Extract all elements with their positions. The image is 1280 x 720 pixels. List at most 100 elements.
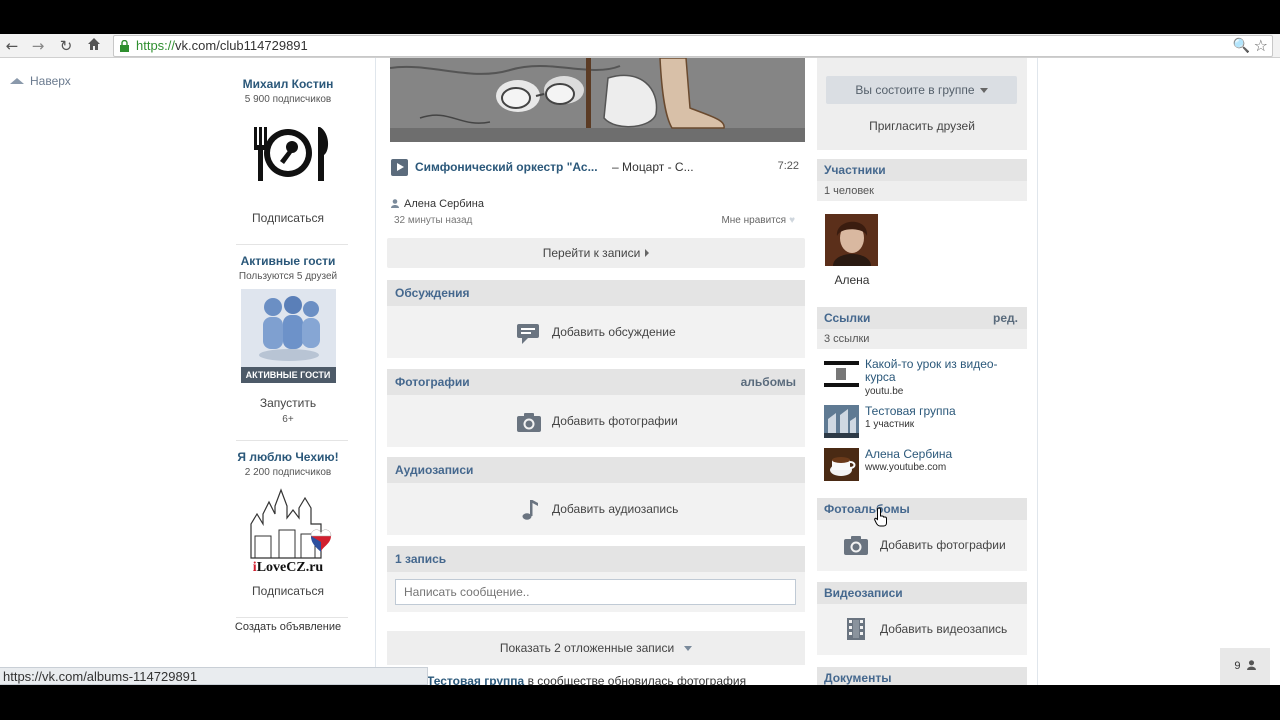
add-photos-label: Добавить фотографии [552, 414, 678, 428]
members-header[interactable]: Участники [817, 159, 1027, 181]
ad-mikhail-kostin[interactable]: Михаил Костин 5 900 подписчиков Подписат… [228, 77, 348, 225]
post-time[interactable]: 32 минуты назад [394, 215, 472, 226]
links-title[interactable]: Ссылки [824, 311, 870, 325]
show-deferred-posts-button[interactable]: Показать 2 отложенные записи [387, 631, 805, 665]
browser-toolbar: ← → ↻ https://vk.com/club114729891 🔍 ☆ [0, 34, 1280, 58]
back-icon[interactable]: ← [2, 36, 22, 56]
discussions-header[interactable]: Обсуждения [387, 280, 805, 306]
link-thumbnail[interactable] [824, 448, 859, 481]
audio-attachment[interactable]: Симфонический оркестр "Ас... – Моцарт - … [391, 158, 801, 178]
add-audio-button[interactable]: Добавить аудиозапись [387, 483, 805, 535]
members-count[interactable]: 1 человек [817, 181, 1027, 201]
documents-title[interactable]: Документы [824, 671, 891, 685]
ad-divider [236, 617, 348, 618]
ad-subscribe-link[interactable]: Подписаться [228, 584, 348, 598]
videos-header[interactable]: Видеозаписи [817, 582, 1027, 604]
deferred-label: Показать 2 отложенные записи [499, 641, 675, 655]
discussions-title[interactable]: Обсуждения [395, 286, 470, 300]
member-name[interactable]: Алена [817, 273, 887, 287]
link-thumbnail[interactable] [824, 358, 859, 391]
heart-icon: ♥ [789, 215, 795, 226]
like-label: Мне нравится [721, 215, 787, 226]
audio-title[interactable]: Аудиозаписи [395, 463, 473, 477]
play-icon[interactable] [391, 159, 408, 176]
ad-subscribe-link[interactable]: Подписаться [228, 211, 348, 225]
activity-group[interactable]: Тестовая группа [427, 674, 524, 685]
camera-icon [517, 413, 541, 432]
albums-title[interactable]: Фотоальбомы [824, 502, 910, 516]
music-note-icon [522, 500, 538, 520]
audio-header[interactable]: Аудиозаписи [387, 457, 805, 483]
film-icon [847, 618, 865, 640]
discussions-block: Обсуждения Добавить обсуждение [387, 280, 805, 358]
ad-launch-link[interactable]: Запустить [228, 396, 348, 410]
ad-ilovecz[interactable]: Я люблю Чехию! 2 200 подписчиков iLoveCZ… [228, 450, 348, 598]
activity-item[interactable]: Тестовая группа в сообществе обновилась … [427, 674, 746, 685]
fork-plate-knife-icon[interactable] [240, 125, 336, 185]
photos-title[interactable]: Фотографии [395, 375, 470, 389]
user-icon [391, 199, 399, 208]
members-title[interactable]: Участники [824, 163, 886, 177]
audio-artist[interactable]: Симфонический оркестр "Ас... [415, 160, 598, 174]
add-album-photos-button[interactable]: Добавить фотографии [817, 520, 1027, 571]
column-divider [375, 58, 376, 685]
link-title[interactable]: Тестовая группа [865, 405, 956, 418]
home-icon[interactable] [84, 36, 104, 56]
counter-value: 9 [1234, 660, 1241, 672]
link-item[interactable]: Какой-то урок из видео-курса youtu.be [824, 358, 1024, 397]
wall-composer: 1 запись [387, 546, 805, 612]
videos-title[interactable]: Видеозаписи [824, 586, 903, 600]
avatar[interactable] [825, 214, 878, 266]
message-input[interactable] [395, 579, 796, 605]
albums-link[interactable]: альбомы [741, 369, 796, 395]
author-name[interactable]: Алена Сербина [404, 198, 484, 210]
age-rating: 6+ [282, 414, 294, 425]
link-title[interactable]: Алена Сербина [865, 448, 952, 461]
documents-header[interactable]: Документы [817, 667, 1027, 685]
goto-post-button[interactable]: Перейти к записи [387, 238, 805, 268]
ad-title[interactable]: Михаил Костин [228, 77, 348, 91]
links-header[interactable]: Ссылки ред. [817, 307, 1027, 329]
add-video-button[interactable]: Добавить видеозапись [817, 604, 1027, 655]
invite-friends-link[interactable]: Пригласить друзей [817, 119, 1027, 133]
bookmark-star-icon[interactable]: ☆ [1254, 36, 1268, 55]
online-counter[interactable]: 9 [1220, 648, 1270, 685]
scroll-to-top[interactable]: Наверх [10, 74, 71, 88]
link-thumbnail[interactable] [824, 405, 859, 438]
forward-icon[interactable]: → [28, 36, 48, 56]
post-image[interactable] [390, 58, 805, 142]
ad-divider [236, 440, 348, 441]
links-count[interactable]: 3 ссылки [817, 329, 1027, 349]
like-button[interactable]: Мне нравится ♥ [721, 215, 795, 226]
link-domain: www.youtube.com [865, 462, 947, 473]
link-item[interactable]: Тестовая группа 1 участник [824, 405, 1024, 441]
link-members: 1 участник [865, 419, 915, 430]
ad-title[interactable]: Активные гости [228, 254, 348, 268]
link-item[interactable]: Алена Сербина www.youtube.com [824, 448, 1024, 484]
ad-subscribers: 2 200 подписчиков [244, 467, 332, 478]
active-guests-caption: АКТИВНЫЕ ГОСТИ [240, 367, 336, 383]
chevron-down-icon [979, 88, 988, 93]
zoom-icon[interactable]: 🔍 [1233, 38, 1250, 54]
reload-icon[interactable]: ↻ [56, 36, 76, 56]
wall-count[interactable]: 1 запись [387, 546, 805, 572]
post-author[interactable]: Алена Сербина [391, 198, 484, 210]
camera-icon [844, 536, 868, 555]
albums-header[interactable]: Фотоальбомы [817, 498, 1027, 520]
membership-button[interactable]: Вы состоите в группе [826, 76, 1017, 104]
audio-title[interactable]: – Моцарт - С... [612, 160, 694, 174]
ilovecz-logo[interactable]: iLoveCZ.ru [241, 484, 336, 578]
address-bar[interactable]: https://vk.com/club114729891 🔍 ☆ [113, 35, 1273, 57]
ad-active-guests[interactable]: Активные гости Пользуются 5 друзей АКТИВ… [228, 254, 348, 425]
ad-title[interactable]: Я люблю Чехию! [228, 450, 348, 464]
links-edit-link[interactable]: ред. [993, 307, 1018, 329]
add-discussion-button[interactable]: Добавить обсуждение [387, 306, 805, 358]
create-ad-link[interactable]: Создать объявление [228, 621, 348, 633]
hand-cursor-icon [874, 507, 887, 527]
photos-header[interactable]: Фотографии альбомы [387, 369, 805, 395]
active-guests-image[interactable]: АКТИВНЫЕ ГОСТИ [240, 289, 336, 383]
link-title[interactable]: Какой-то урок из видео-курса [865, 358, 998, 384]
ilovecz-logo-text: iLoveCZ.ru [252, 560, 324, 575]
add-photos-button[interactable]: Добавить фотографии [387, 395, 805, 447]
photos-block: Фотографии альбомы Добавить фотографии [387, 369, 805, 447]
